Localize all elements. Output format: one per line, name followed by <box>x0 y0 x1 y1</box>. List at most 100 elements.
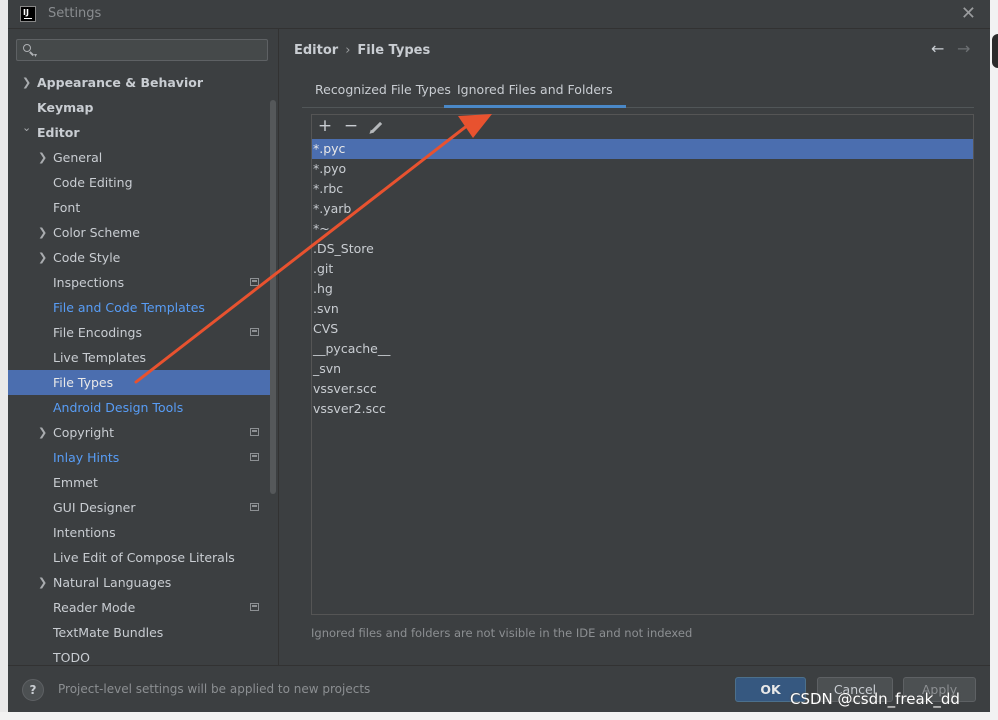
file-types-panel: Editor › File Types ← → Recognized File Ty… <box>279 29 990 665</box>
intellij-logo-icon: IJ <box>20 6 36 22</box>
sidebar-item-label: File and Code Templates <box>53 300 205 315</box>
sidebar-item-gui-designer[interactable]: GUI Designer <box>8 495 270 520</box>
settings-window: IJ Settings ✕ ▾ ❯ Appearance & Behavior Ke… <box>8 0 990 712</box>
sidebar-item-general[interactable]: ❯ General <box>8 145 270 170</box>
sidebar-item-label: General <box>53 150 103 165</box>
sidebar-scrollbar-thumb[interactable] <box>270 100 276 494</box>
sidebar-item-color-scheme[interactable]: ❯ Color Scheme <box>8 220 270 245</box>
sidebar-item-font[interactable]: Font <box>8 195 270 220</box>
sidebar-item-file-and-code-templates[interactable]: File and Code Templates <box>8 295 270 320</box>
sidebar-item-keymap[interactable]: Keymap <box>8 95 270 120</box>
sidebar-item-inlay-hints[interactable]: Inlay Hints <box>8 445 270 470</box>
list-item[interactable]: .svn <box>312 299 973 319</box>
list-item[interactable]: *.pyc <box>312 139 973 159</box>
sidebar-item-live-edit-of-compose-literals[interactable]: Live Edit of Compose Literals <box>8 545 270 570</box>
list-item[interactable]: *.yarb <box>312 199 973 219</box>
sidebar-item-label: TextMate Bundles <box>53 625 164 640</box>
list-item[interactable]: CVS <box>312 319 973 339</box>
sidebar-item-label: Keymap <box>37 100 94 115</box>
sidebar-item-code-style[interactable]: ❯ Code Style <box>8 245 270 270</box>
search-icon: ▾ <box>23 43 37 59</box>
breadcrumb-separator: › <box>345 43 351 58</box>
sidebar-item-editor[interactable]: ⌄ Editor <box>8 120 270 145</box>
breadcrumb: Editor › File Types <box>294 43 430 58</box>
sidebar-item-label: Inlay Hints <box>53 450 120 465</box>
list-item[interactable]: __pycache__ <box>312 339 973 359</box>
sidebar-item-label: GUI Designer <box>53 500 136 515</box>
sidebar-item-android-design-tools[interactable]: Android Design Tools <box>8 395 270 420</box>
ignored-files-hint: Ignored files and folders are not visibl… <box>311 626 693 640</box>
sidebar-item-label: Reader Mode <box>53 600 136 615</box>
sidebar-item-label: Copyright <box>53 425 115 440</box>
ignored-files-list: *.pyc *.pyo *.rbc *.yarb *~ .DS_Store .git .hg.… <box>312 139 973 419</box>
project-scope-icon <box>250 328 259 336</box>
sidebar-item-label: Live Templates <box>53 350 147 365</box>
list-item[interactable]: vssver.scc <box>312 379 973 399</box>
chevron-down-icon[interactable]: ⌄ <box>22 115 31 140</box>
settings-tree: ❯ Appearance & Behavior Keymap ⌄ Editor ❯ Gene… <box>8 70 270 670</box>
close-icon[interactable]: ✕ <box>961 3 976 24</box>
watermark: CSDN @csdn_freak_dd <box>790 690 960 708</box>
project-scope-icon <box>250 503 259 511</box>
sidebar-item-label: Code Editing <box>53 175 133 190</box>
settings-search[interactable]: ▾ <box>16 39 268 61</box>
list-item[interactable]: vssver2.scc <box>312 399 973 419</box>
sidebar-item-label: Live Edit of Compose Literals <box>53 550 235 565</box>
list-toolbar: + − <box>312 115 973 139</box>
back-arrow-icon[interactable]: ← <box>931 39 944 58</box>
sidebar-item-label: Editor <box>37 125 80 140</box>
sidebar-item-intentions[interactable]: Intentions <box>8 520 270 545</box>
sidebar-item-inspections[interactable]: Inspections <box>8 270 270 295</box>
sidebar-item-emmet[interactable]: Emmet <box>8 470 270 495</box>
sidebar-item-code-editing[interactable]: Code Editing <box>8 170 270 195</box>
project-scope-icon <box>250 428 259 436</box>
breadcrumb-current: File Types <box>357 43 431 58</box>
sidebar-item-file-encodings[interactable]: File Encodings <box>8 320 270 345</box>
list-item[interactable]: .git <box>312 259 973 279</box>
sidebar-item-label: Color Scheme <box>53 225 140 240</box>
edit-pencil-icon[interactable] <box>366 116 388 138</box>
tab-ignored-files-and-folders[interactable]: Ignored Files and Folders <box>444 79 626 108</box>
sidebar-item-natural-languages[interactable]: ❯ Natural Languages <box>8 570 270 595</box>
list-item[interactable]: *.pyo <box>312 159 973 179</box>
sidebar-item-live-templates[interactable]: Live Templates <box>8 345 270 370</box>
breadcrumb-parent[interactable]: Editor <box>294 43 338 58</box>
sidebar-item-label: Natural Languages <box>53 575 172 590</box>
sidebar-item-copyright[interactable]: ❯ Copyright <box>8 420 270 445</box>
chevron-right-icon[interactable]: ❯ <box>38 245 47 270</box>
sidebar-item-label: Font <box>53 200 81 215</box>
list-item[interactable]: *.rbc <box>312 179 973 199</box>
sidebar-item-label: Intentions <box>53 525 116 540</box>
list-item[interactable]: .hg <box>312 279 973 299</box>
sidebar-item-file-types[interactable]: File Types <box>8 370 270 395</box>
list-item[interactable]: .DS_Store <box>312 239 973 259</box>
settings-sidebar: ▾ ❯ Appearance & Behavior Keymap ⌄ Editor ❯ Ge… <box>8 29 278 665</box>
forward-arrow-icon[interactable]: → <box>957 39 970 58</box>
sidebar-item-label: Code Style <box>53 250 121 265</box>
ignored-files-panel: + − *.pyc *.pyo *.rbc *.yarb *~ .DS_Store .git… <box>311 114 974 615</box>
sidebar-item-textmate-bundles[interactable]: TextMate Bundles <box>8 620 270 645</box>
list-item[interactable]: _svn <box>312 359 973 379</box>
remove-icon[interactable]: − <box>340 116 362 138</box>
project-scope-icon <box>250 603 259 611</box>
list-item[interactable]: *~ <box>312 219 973 239</box>
tab-recognized-file-types[interactable]: Recognized File Types <box>315 79 451 107</box>
help-button[interactable]: ? <box>22 679 44 701</box>
chevron-right-icon[interactable]: ❯ <box>38 570 47 595</box>
sidebar-item-appearance-behavior[interactable]: ❯ Appearance & Behavior <box>8 70 270 95</box>
tab-bar: Recognized File Types Ignored Files and … <box>302 79 974 108</box>
background-strip <box>990 0 998 720</box>
project-scope-icon <box>250 278 259 286</box>
add-icon[interactable]: + <box>314 116 336 138</box>
project-level-note: Project-level settings will be applied t… <box>58 682 371 696</box>
sidebar-item-label: Inspections <box>53 275 125 290</box>
sidebar-item-label: Emmet <box>53 475 98 490</box>
search-input[interactable] <box>39 41 263 61</box>
chevron-right-icon[interactable]: ❯ <box>38 145 47 170</box>
window-title: Settings <box>48 6 102 21</box>
sidebar-item-label: Android Design Tools <box>53 400 184 415</box>
chevron-right-icon[interactable]: ❯ <box>22 70 31 95</box>
chevron-right-icon[interactable]: ❯ <box>38 420 47 445</box>
chevron-right-icon[interactable]: ❯ <box>38 220 47 245</box>
sidebar-item-reader-mode[interactable]: Reader Mode <box>8 595 270 620</box>
